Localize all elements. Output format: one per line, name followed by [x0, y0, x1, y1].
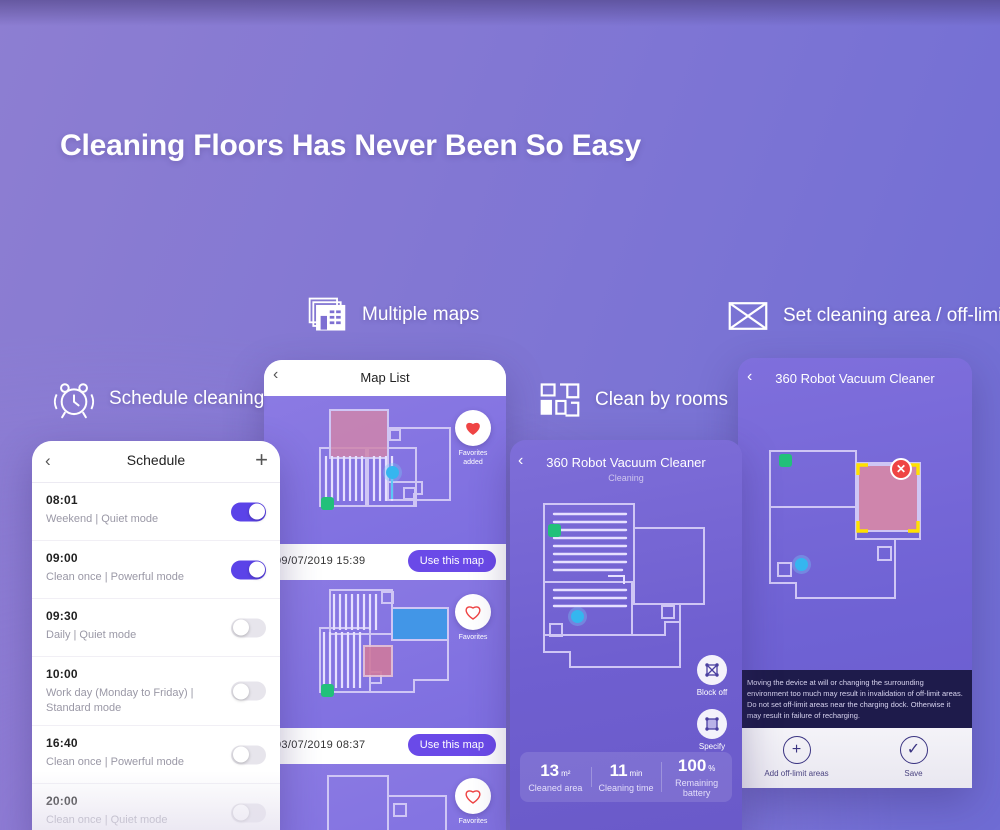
offlimit-action-bar: + Add off-limit areas ✓ Save: [738, 728, 972, 788]
charging-dock-marker: [548, 524, 561, 537]
stat-remaining-battery: 100% Remaining battery: [661, 756, 732, 798]
favorite-caption: Favorites added: [458, 450, 488, 466]
stat-cleaned-area: 13 m² Cleaned area: [520, 761, 591, 793]
map-card[interactable]: Favorites: [264, 764, 506, 830]
cleaning-stats: 13 m² Cleaned area 11 min Cleaning time 10…: [520, 752, 732, 802]
phone-offlimit-areas: ‹ 360 Robot Vacuum Cleaner ✕ Moving the …: [738, 358, 972, 788]
schedule-row[interactable]: 20:00 Clean once | Quiet mode: [32, 784, 280, 830]
stat-caption: Cleaned area: [528, 783, 583, 793]
specify-area-icon: [697, 709, 727, 739]
favorite-button[interactable]: Favorites: [452, 778, 494, 826]
tool-label: Block off: [696, 688, 728, 697]
tool-label: Specify: [698, 742, 726, 751]
map-card[interactable]: Favorites added 09/07/2019 15:39 Use thi…: [264, 396, 506, 580]
feature-label: Clean by rooms: [595, 389, 729, 410]
charging-dock-marker: [779, 454, 792, 467]
crossed-rectangle-icon: [728, 302, 768, 330]
map-card-footer: 09/07/2019 15:39 Use this map: [264, 544, 506, 580]
schedule-row[interactable]: 10:00 Work day (Monday to Friday) | Stan…: [32, 657, 280, 726]
action-label: Save: [904, 769, 923, 778]
map-preview[interactable]: Favorites added: [264, 396, 506, 544]
warning-text: Moving the device at will or changing th…: [738, 670, 972, 728]
feature-clean-by-rooms: Clean by rooms: [538, 379, 728, 421]
favorite-button[interactable]: Favorites added: [452, 410, 494, 467]
block-off-icon: [697, 655, 727, 685]
add-schedule-icon[interactable]: +: [255, 447, 268, 473]
block-off-button[interactable]: Block off: [690, 655, 734, 697]
schedule-header: ‹ Schedule +: [32, 441, 280, 483]
feature-multiple-maps: Multiple maps: [305, 294, 479, 336]
delete-offlimit-area-button[interactable]: ✕: [890, 458, 912, 480]
schedule-row[interactable]: 09:00 Clean once | Powerful mode: [32, 541, 280, 599]
feature-label: Set cleaning area / off-limit: [783, 305, 1000, 326]
stat-unit: m²: [561, 769, 571, 778]
charging-dock-marker: [321, 497, 334, 510]
feature-label: Multiple maps: [362, 304, 480, 325]
use-this-map-button[interactable]: Use this map: [407, 550, 496, 572]
stat-caption: Remaining battery: [675, 778, 719, 798]
schedule-row[interactable]: 09:30 Daily | Quiet mode: [32, 599, 280, 657]
page-title: Cleaning Floors Has Never Been So Easy: [60, 129, 641, 162]
heart-outline-icon: [455, 778, 491, 814]
action-label: Add off-limit areas: [764, 769, 829, 778]
robot-position-marker: [386, 466, 399, 479]
map-list-title: Map List: [360, 370, 410, 385]
charging-dock-marker: [321, 684, 334, 697]
phone-schedule: ‹ Schedule + 08:01 Weekend | Quiet mode …: [32, 441, 280, 830]
alarm-clock-icon: [53, 383, 95, 419]
stat-value: 100: [677, 756, 707, 775]
save-button[interactable]: ✓ Save: [855, 728, 972, 788]
robot-position-marker: [571, 610, 584, 623]
map-tools: Block off Specify: [690, 655, 734, 763]
use-this-map-button[interactable]: Use this map: [407, 734, 496, 756]
schedule-toggle[interactable]: [231, 803, 266, 822]
stat-value: 11: [609, 761, 628, 780]
schedule-row[interactable]: 16:40 Clean once | Powerful mode: [32, 726, 280, 784]
favorite-caption: Favorites: [458, 634, 488, 641]
phone-map-list: ‹ Map List Favorites added 09/07/2019 15…: [264, 360, 506, 830]
map-list-header: ‹ Map List: [264, 360, 506, 396]
stat-unit: %: [708, 764, 716, 773]
feature-set-offlimit: Set cleaning area / off-limit: [726, 295, 1000, 337]
map-card-footer: 03/07/2019 08:37 Use this map: [264, 728, 506, 764]
phone-cleaning-status: ‹ 360 Robot Vacuum Cleaner Cleaning Bloc…: [510, 440, 742, 830]
device-status: Cleaning: [608, 473, 644, 483]
map-date: 09/07/2019 15:39: [275, 555, 366, 567]
feature-label: Schedule cleaning: [109, 388, 265, 409]
heart-filled-icon: [455, 410, 491, 446]
schedule-title: Schedule: [126, 452, 186, 468]
schedule-toggle[interactable]: [231, 745, 266, 764]
favorite-button[interactable]: Favorites: [452, 594, 494, 642]
device-title: 360 Robot Vacuum Cleaner: [546, 455, 706, 470]
favorite-caption: Favorites: [458, 818, 488, 825]
stat-caption: Cleaning time: [598, 783, 654, 793]
heart-outline-icon: [455, 594, 491, 630]
schedule-toggle[interactable]: [231, 618, 266, 637]
schedule-toggle[interactable]: [231, 681, 266, 701]
stat-cleaning-time: 11 min Cleaning time: [590, 761, 662, 793]
add-offlimit-areas-button[interactable]: + Add off-limit areas: [738, 728, 855, 788]
schedule-toggle[interactable]: [231, 502, 266, 521]
offlimit-map[interactable]: [738, 443, 972, 643]
device-title: 360 Robot Vacuum Cleaner: [775, 371, 935, 386]
feature-schedule-cleaning: Schedule cleaning: [52, 378, 264, 420]
map-preview[interactable]: Favorites: [264, 764, 506, 830]
robot-position-marker: [795, 558, 808, 571]
plus-circle-icon: +: [782, 736, 811, 764]
schedule-list: 08:01 Weekend | Quiet mode 09:00 Clean o…: [32, 483, 280, 830]
map-date: 03/07/2019 08:37: [275, 739, 366, 751]
map-card[interactable]: Favorites 03/07/2019 08:37 Use this map: [264, 580, 506, 764]
stacked-maps-icon: [308, 297, 346, 331]
stat-unit: min: [629, 769, 643, 778]
schedule-row[interactable]: 08:01 Weekend | Quiet mode: [32, 483, 280, 541]
floor-plan-icon: [540, 383, 580, 417]
check-circle-icon: ✓: [899, 736, 928, 764]
specify-area-button[interactable]: Specify: [690, 709, 734, 751]
map-preview[interactable]: Favorites: [264, 580, 506, 728]
stat-value: 13: [540, 761, 560, 780]
schedule-toggle[interactable]: [231, 560, 266, 579]
schedule-time: 10:00: [46, 667, 78, 681]
